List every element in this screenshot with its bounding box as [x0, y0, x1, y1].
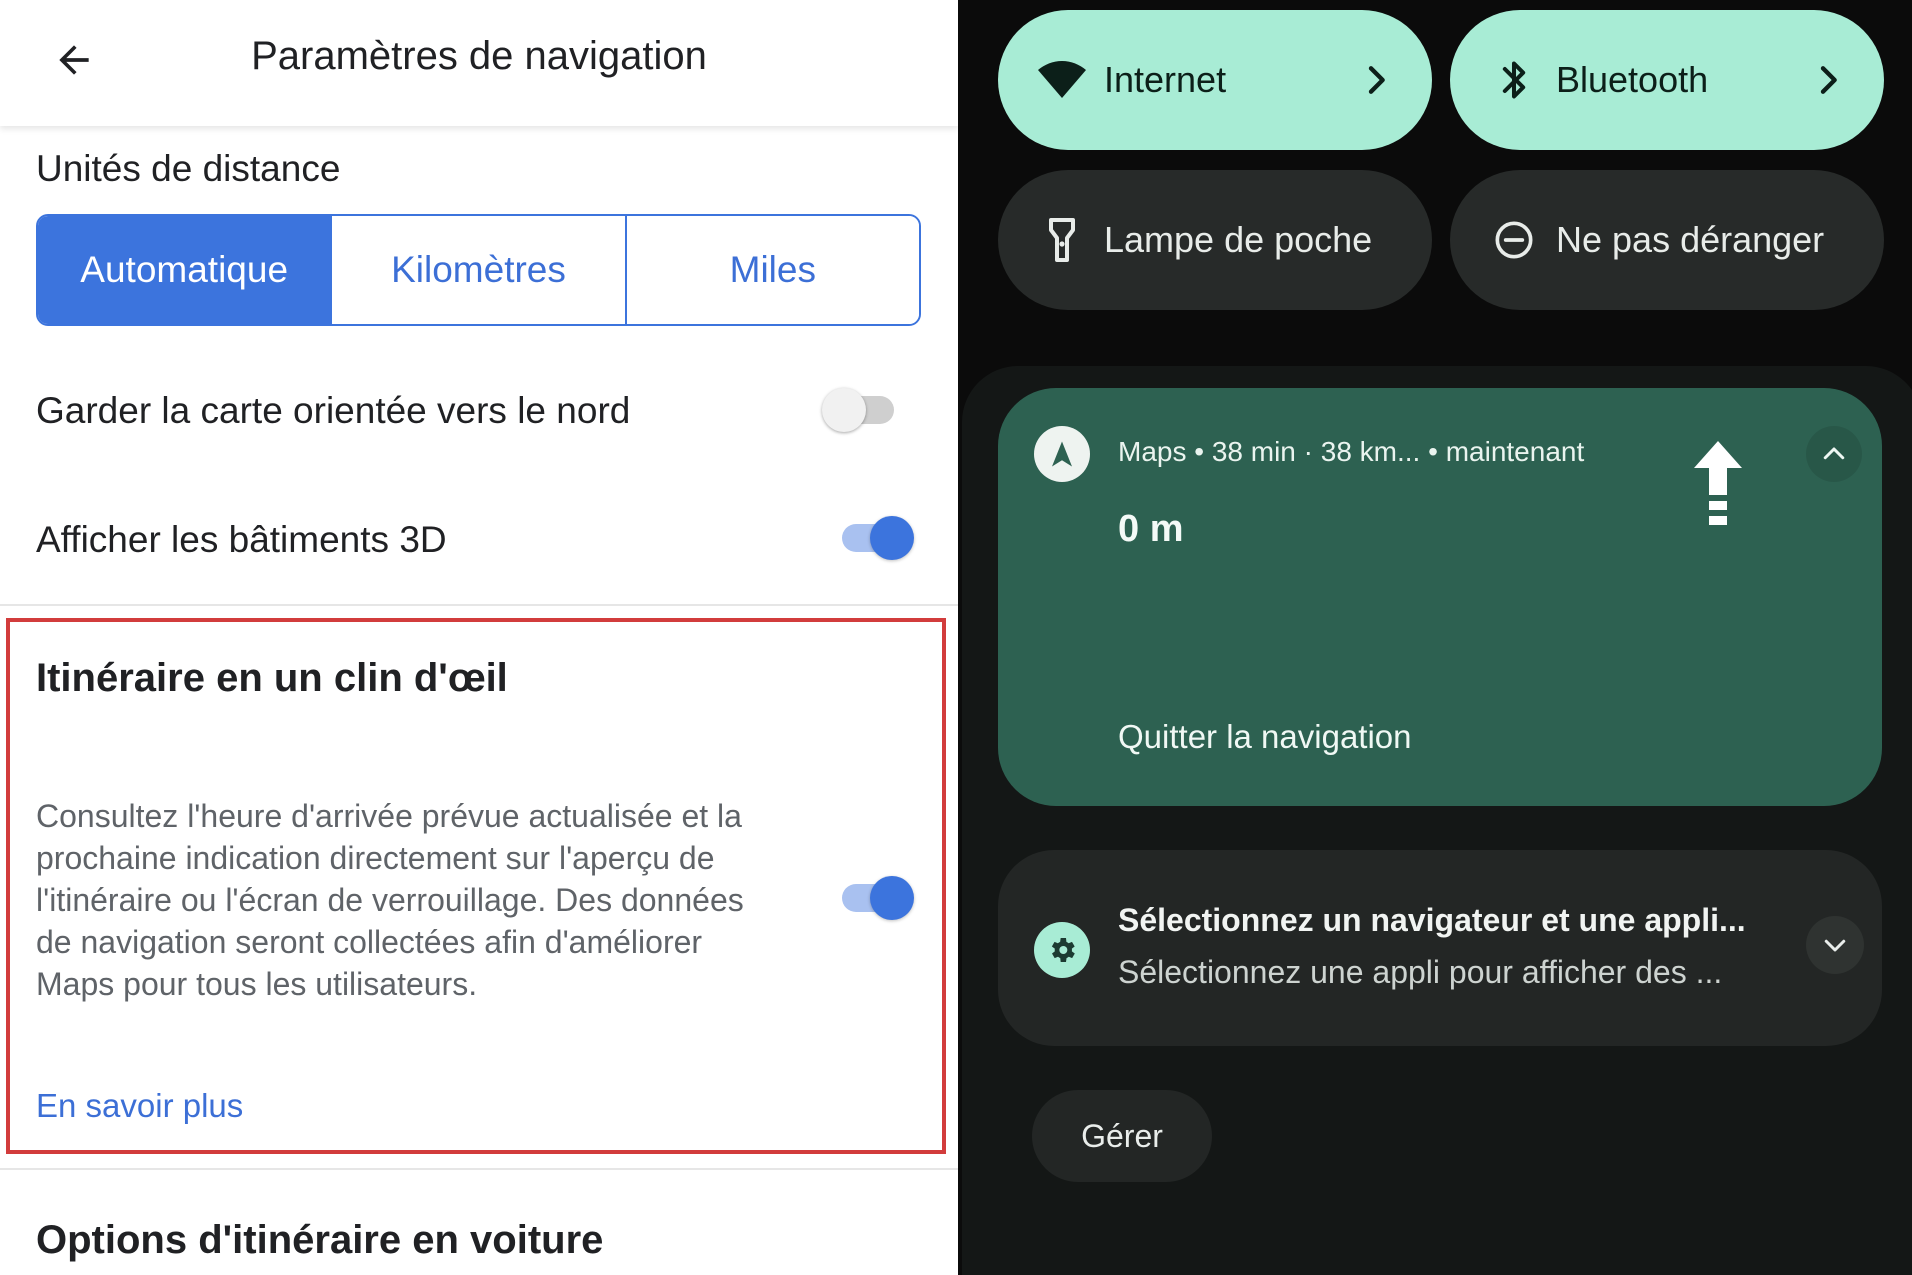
unit-option-automatic[interactable]: Automatique [38, 216, 331, 324]
tile-label: Internet [1104, 59, 1227, 100]
manage-notifications-button[interactable]: Gérer [1032, 1090, 1212, 1182]
notification-text: Sélectionnez une appli pour afficher des… [1118, 954, 1723, 990]
tile-label: Lampe de poche [1104, 219, 1373, 260]
collapse-button[interactable] [1806, 426, 1862, 482]
chevron-down-icon [1824, 939, 1846, 952]
flashlight-icon [1038, 216, 1086, 264]
notification-title: Sélectionnez un navigateur et une appli.… [1118, 902, 1746, 938]
quit-navigation-button[interactable]: Quitter la navigation [1118, 718, 1412, 756]
notification-shade: Internet Bluetooth Lampe de poche Ne pas… [958, 0, 1912, 1275]
expand-button[interactable] [1806, 916, 1864, 974]
divider [0, 1168, 958, 1170]
glanceable-title: Itinéraire en un clin d'œil [36, 656, 508, 700]
distance-units-selector: Automatique Kilomètres Miles [36, 214, 921, 326]
gear-icon [1034, 922, 1090, 978]
next-turn-distance: 0 m [1118, 508, 1184, 550]
north-up-label: Garder la carte orientée vers le nord [36, 390, 631, 431]
unit-option-kilometers[interactable]: Kilomètres [330, 216, 625, 324]
top-app-bar: Paramètres de navigation [0, 0, 958, 126]
quick-tile-internet[interactable]: Internet [998, 10, 1432, 150]
chevron-up-icon [1823, 447, 1845, 460]
buildings-3d-toggle[interactable] [836, 516, 914, 560]
straight-arrow-icon [1694, 441, 1742, 525]
navigation-settings-screen: Paramètres de navigation Unités de dista… [0, 0, 958, 1275]
quick-tile-flashlight[interactable]: Lampe de poche [998, 170, 1432, 310]
maps-navigation-notification[interactable]: Maps • 38 min · 38 km... • maintenant 0 … [998, 388, 1882, 806]
buildings-3d-label: Afficher les bâtiments 3D [36, 519, 447, 560]
north-up-toggle[interactable] [822, 388, 900, 432]
glanceable-toggle[interactable] [836, 876, 914, 920]
tile-label: Bluetooth [1556, 59, 1709, 100]
glanceable-description: Consultez l'heure d'arrivée prévue actua… [36, 798, 744, 1002]
unit-option-miles[interactable]: Miles [624, 216, 919, 324]
chevron-right-icon [1368, 66, 1385, 94]
driving-options-title: Options d'itinéraire en voiture [36, 1218, 604, 1262]
wifi-icon [1038, 56, 1086, 104]
quick-tile-do-not-disturb[interactable]: Ne pas déranger [1450, 170, 1884, 310]
do-not-disturb-icon [1490, 216, 1538, 264]
navigation-app-icon [1034, 426, 1090, 482]
system-notification[interactable]: Sélectionnez un navigateur et une appli.… [998, 850, 1882, 1046]
quick-tile-bluetooth[interactable]: Bluetooth [1450, 10, 1884, 150]
page-title: Paramètres de navigation [251, 34, 707, 78]
notification-meta: Maps • 38 min · 38 km... • maintenant [1118, 436, 1585, 467]
learn-more-link[interactable]: En savoir plus [36, 1087, 243, 1125]
chevron-right-icon [1820, 66, 1837, 94]
distance-units-label: Unités de distance [36, 148, 341, 189]
divider [0, 604, 958, 606]
bluetooth-icon [1490, 56, 1538, 104]
tile-label: Ne pas déranger [1556, 219, 1825, 260]
